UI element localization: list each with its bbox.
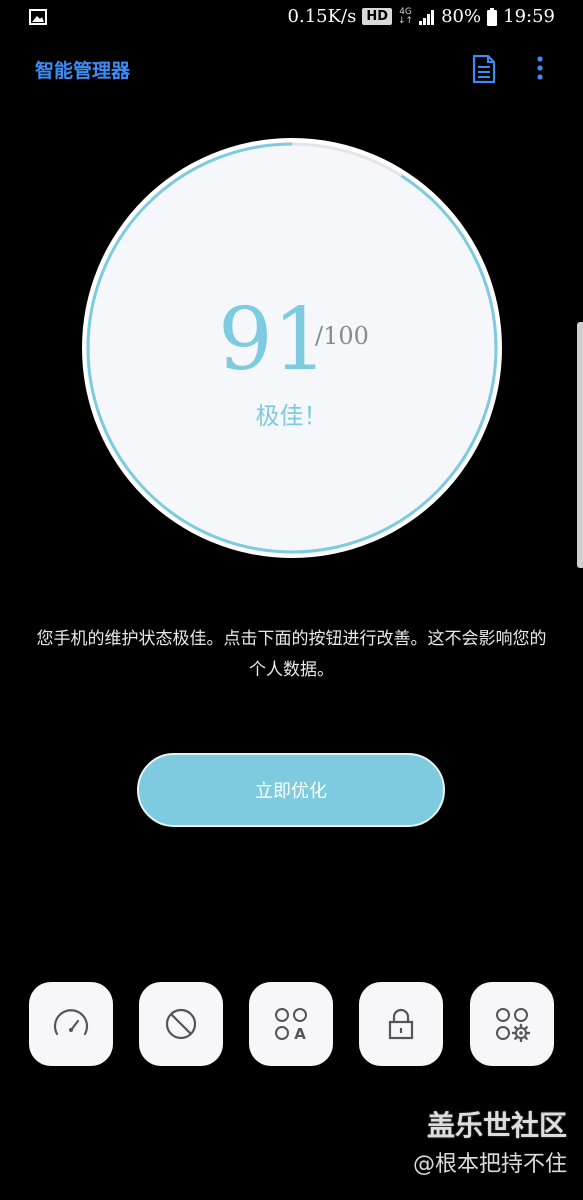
battery-percent: 80% [441,6,482,27]
speedometer-icon [53,1009,89,1036]
edge-panel-handle[interactable] [577,322,583,568]
advanced-settings-button[interactable] [470,982,554,1066]
lock-icon [388,1008,414,1040]
battery-icon [487,7,498,26]
network-speed: 0.15K/s [287,6,357,27]
score-value: 91 [218,290,328,390]
gallery-notification-icon [29,9,47,25]
status-right: 0.15K/s HD 4G ↓↑ 80% 19:59 [282,6,555,27]
apps-settings-icon [496,1008,531,1043]
status-description: 您手机的维护状态极佳。点击下面的按钮进行改善。这不会影响您的个人数据。 [36,629,547,680]
score-status: 极佳！ [255,402,328,430]
more-options-icon[interactable] [532,55,548,83]
apps-button[interactable]: A [249,982,333,1066]
blocking-button[interactable] [139,982,223,1066]
security-button[interactable] [359,982,443,1066]
watermark-user: @根本把持不住 [412,1152,567,1177]
clock: 19:59 [503,6,555,27]
network-type-badge: 4G ↓↑ [398,6,414,26]
block-icon [165,1008,197,1040]
svg-text:A: A [294,1025,306,1043]
apps-a-icon: A [275,1008,307,1043]
watermark-brand: 盖乐世社区 [426,1109,567,1142]
hd-badge: HD [362,8,393,25]
score-max: /100 [315,322,369,350]
performance-button[interactable] [29,982,113,1066]
signal-icon [419,9,435,25]
status-bar: 0.15K/s HD 4G ↓↑ 80% 19:59 [0,0,583,36]
report-icon[interactable] [472,55,496,83]
app-title: 智能管理器 [35,60,131,82]
optimize-now-button[interactable]: 立即优化 [137,753,445,827]
